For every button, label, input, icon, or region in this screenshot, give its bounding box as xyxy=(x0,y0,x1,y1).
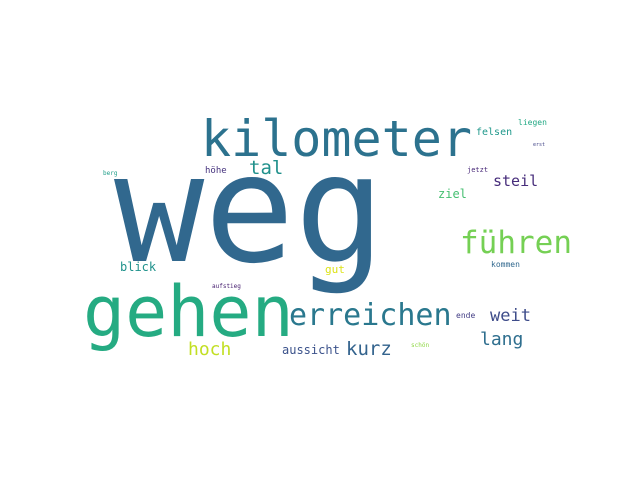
word-cloud-canvas: weg kilometer gehen führen erreichen kur… xyxy=(0,0,640,480)
word-weit: weit xyxy=(490,306,531,326)
word-ende: ende xyxy=(456,311,476,320)
word-hoehe: höhe xyxy=(205,166,227,176)
word-erreichen: erreichen xyxy=(289,298,452,333)
word-steil: steil xyxy=(493,172,539,190)
word-jetzt: jetzt xyxy=(467,166,489,174)
word-fuehren: führen xyxy=(460,225,572,261)
word-tal: tal xyxy=(249,157,284,179)
word-gut: gut xyxy=(325,263,345,276)
word-schoen: schön xyxy=(411,342,430,349)
word-lang: lang xyxy=(480,329,524,350)
word-felsen: felsen xyxy=(476,127,513,138)
word-kurz: kurz xyxy=(346,338,392,360)
word-hoch: hoch xyxy=(188,339,232,360)
word-liegen: liegen xyxy=(518,118,547,127)
word-kommen: kommen xyxy=(491,260,520,269)
word-kilometer: kilometer xyxy=(201,110,472,168)
word-erst: erst xyxy=(533,142,546,148)
word-gehen: gehen xyxy=(83,271,294,353)
word-ziel: ziel xyxy=(438,187,467,201)
word-berg: berg xyxy=(103,170,118,177)
word-aufstieg: aufstieg xyxy=(212,283,241,290)
word-blick: blick xyxy=(120,260,157,274)
word-aussicht: aussicht xyxy=(282,343,340,357)
